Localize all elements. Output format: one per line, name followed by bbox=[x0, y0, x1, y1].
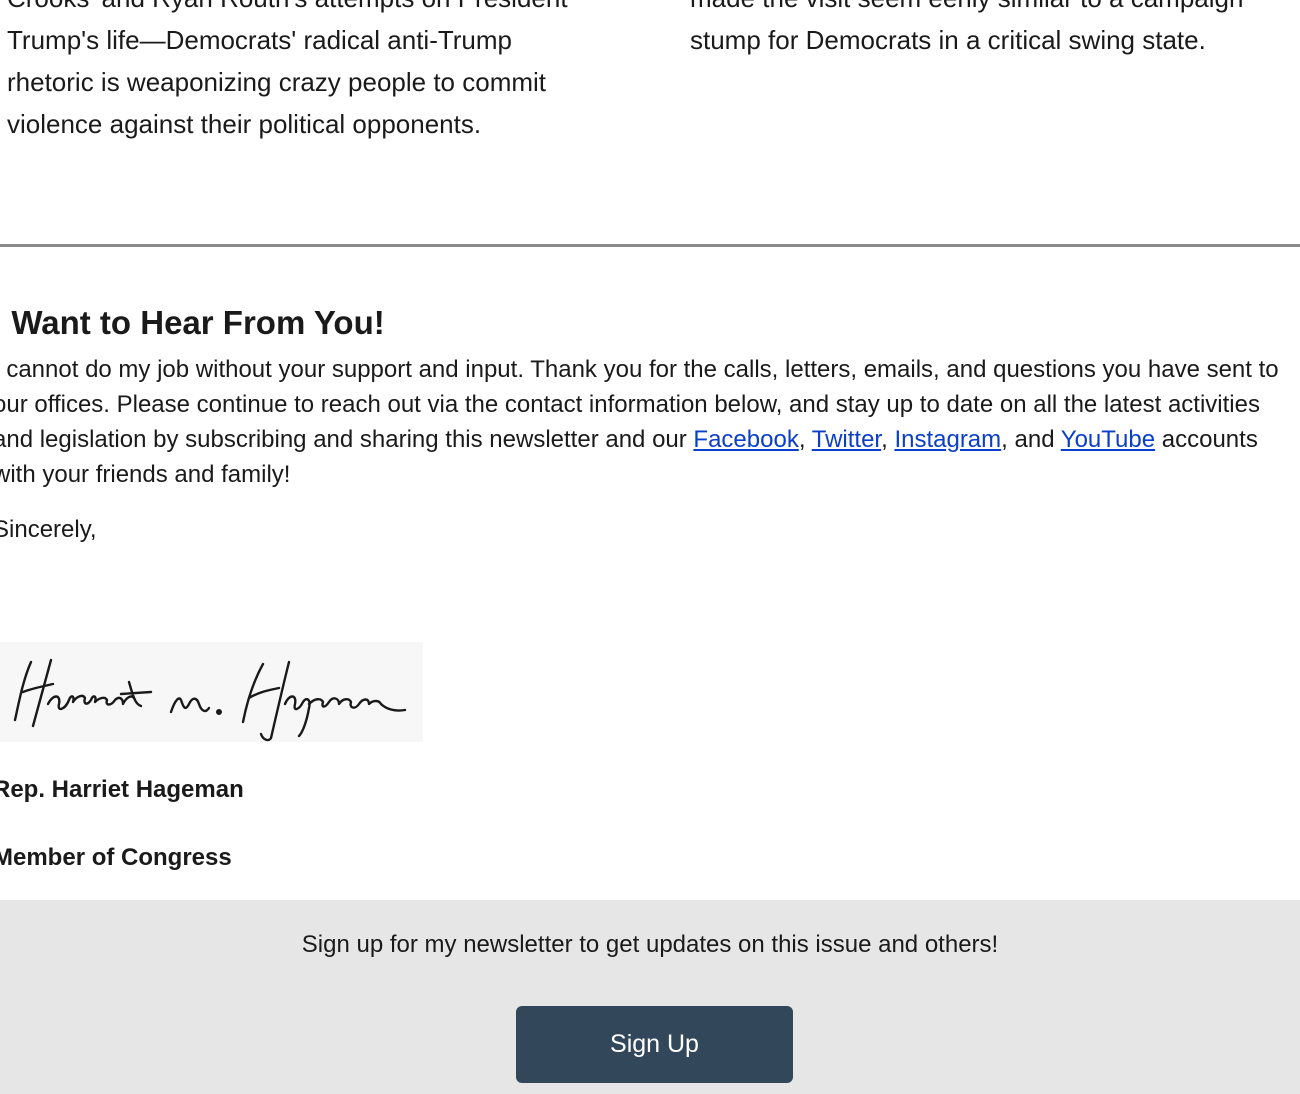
article-column-left-text: Crooks' and Ryan Routh's attempts on Pre… bbox=[7, 0, 568, 139]
section-divider bbox=[0, 244, 1300, 247]
sign-up-button[interactable]: Sign Up bbox=[516, 1006, 793, 1083]
twitter-link[interactable]: Twitter bbox=[812, 426, 881, 453]
article-column-right: made the visit seem eerily similar to a … bbox=[690, 0, 1275, 61]
signature-image bbox=[0, 642, 423, 742]
separator: , bbox=[881, 426, 895, 453]
article-column-right-text: made the visit seem eerily similar to a … bbox=[690, 0, 1243, 55]
facebook-link[interactable]: Facebook bbox=[693, 426, 798, 453]
signer-name: Rep. Harriet Hageman bbox=[0, 776, 244, 803]
letter-body: I cannot do my job without your support … bbox=[0, 352, 1293, 492]
separator: , bbox=[798, 426, 812, 453]
youtube-link[interactable]: YouTube bbox=[1061, 426, 1155, 453]
newsletter-page: Crooks' and Ryan Routh's attempts on Pre… bbox=[0, 0, 1300, 1094]
signup-prompt: Sign up for my newsletter to get updates… bbox=[301, 931, 999, 958]
signer-title: Member of Congress bbox=[0, 844, 232, 871]
article-column-left: Crooks' and Ryan Routh's attempts on Pre… bbox=[7, 0, 592, 145]
letter-section: I Want to Hear From You! I cannot do my … bbox=[0, 302, 1293, 871]
article-columns: Crooks' and Ryan Routh's attempts on Pre… bbox=[0, 0, 1300, 245]
letter-heading: I Want to Hear From You! bbox=[0, 304, 385, 341]
instagram-link[interactable]: Instagram bbox=[894, 426, 1001, 453]
separator: , and bbox=[1001, 426, 1061, 453]
newsletter-signup-banner: Sign up for my newsletter to get updates… bbox=[0, 900, 1300, 1094]
letter-closing: Sincerely, bbox=[0, 516, 97, 543]
